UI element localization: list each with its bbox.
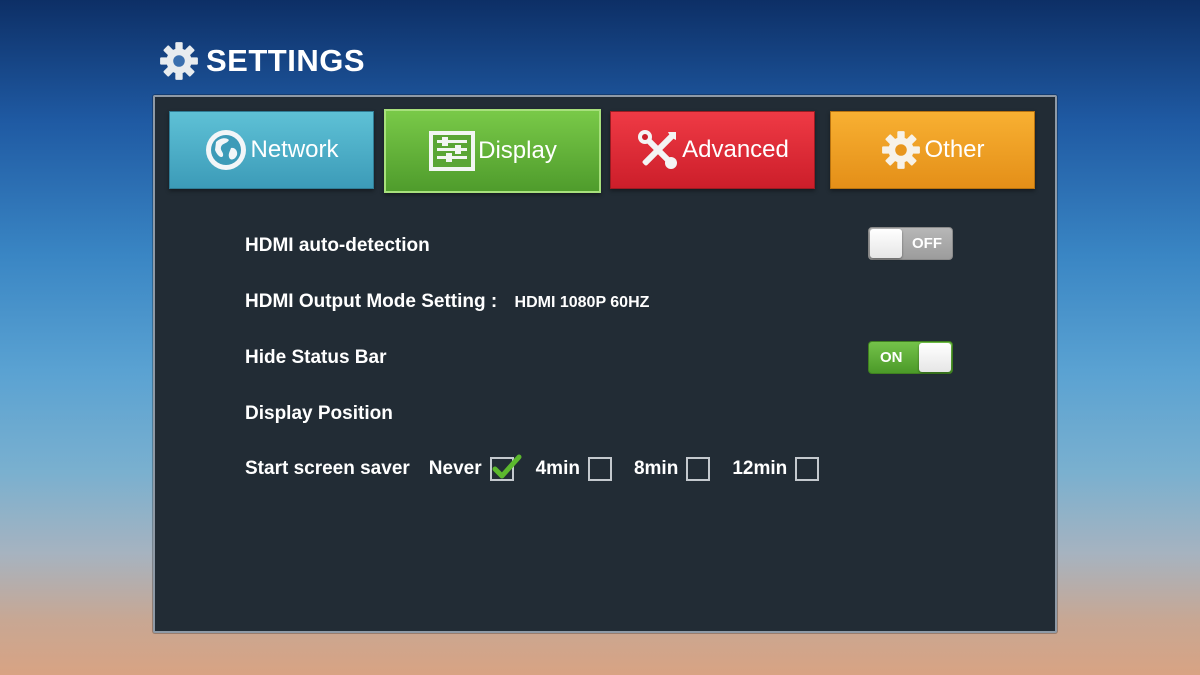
option-label: Never: [428, 458, 482, 479]
option-label: 12min: [732, 458, 788, 479]
checkbox-4min[interactable]: [587, 457, 612, 481]
tab-network[interactable]: Network: [169, 111, 374, 189]
tab-advanced-label: Advanced: [682, 136, 789, 163]
hdmi-output-mode-setting[interactable]: HDMI Output Mode Setting : HDMI 1080P 60…: [245, 291, 649, 313]
checkbox-8min[interactable]: [686, 457, 711, 481]
checkmark-icon: [492, 454, 522, 479]
option-label: 8min: [633, 458, 679, 479]
tab-other[interactable]: Other: [830, 111, 1035, 189]
toggle-state-text: OFF: [912, 235, 942, 252]
hdmi-auto-detection-toggle[interactable]: OFF: [868, 227, 953, 260]
toggle-knob: [870, 229, 902, 258]
tab-advanced[interactable]: Advanced: [610, 111, 815, 189]
globe-icon: [206, 130, 247, 170]
tab-network-label: Network: [250, 136, 339, 163]
tab-other-label: Other: [924, 136, 985, 163]
screen-saver-option-never[interactable]: Never: [428, 454, 522, 481]
screen-saver-row: Start screen saver Never 4min 8min 12min: [245, 454, 841, 481]
option-label: 4min: [535, 458, 580, 479]
hdmi-auto-detection-label: HDMI auto-detection: [245, 235, 430, 256]
checkbox-12min[interactable]: [795, 457, 820, 481]
toggle-knob: [919, 343, 951, 372]
toggle-state-text: ON: [880, 349, 903, 366]
settings-header: SETTINGS: [158, 40, 365, 82]
checkbox-never[interactable]: [489, 454, 522, 481]
display-position-item[interactable]: Display Position: [245, 403, 393, 425]
hdmi-output-mode-value: HDMI 1080P 60HZ: [514, 294, 650, 311]
settings-panel: Network Display Advanced Other HDMI auto…: [153, 95, 1057, 633]
gear-icon: [882, 131, 921, 169]
page-title: SETTINGS: [206, 43, 366, 78]
hide-status-bar-label: Hide Status Bar: [245, 347, 387, 368]
tools-icon: [638, 130, 678, 169]
hdmi-output-mode-label: HDMI Output Mode Setting :: [245, 291, 498, 312]
screen-saver-option-12min[interactable]: 12min: [732, 457, 820, 481]
screen-saver-option-8min[interactable]: 8min: [633, 457, 711, 481]
tab-display-label: Display: [478, 137, 557, 164]
hide-status-bar-toggle[interactable]: ON: [868, 341, 953, 374]
tab-display[interactable]: Display: [384, 109, 601, 193]
display-sliders-icon: [429, 131, 476, 171]
screen-saver-option-4min[interactable]: 4min: [536, 457, 612, 481]
gear-icon: [160, 42, 198, 80]
screen-saver-label: Start screen saver: [245, 458, 410, 479]
